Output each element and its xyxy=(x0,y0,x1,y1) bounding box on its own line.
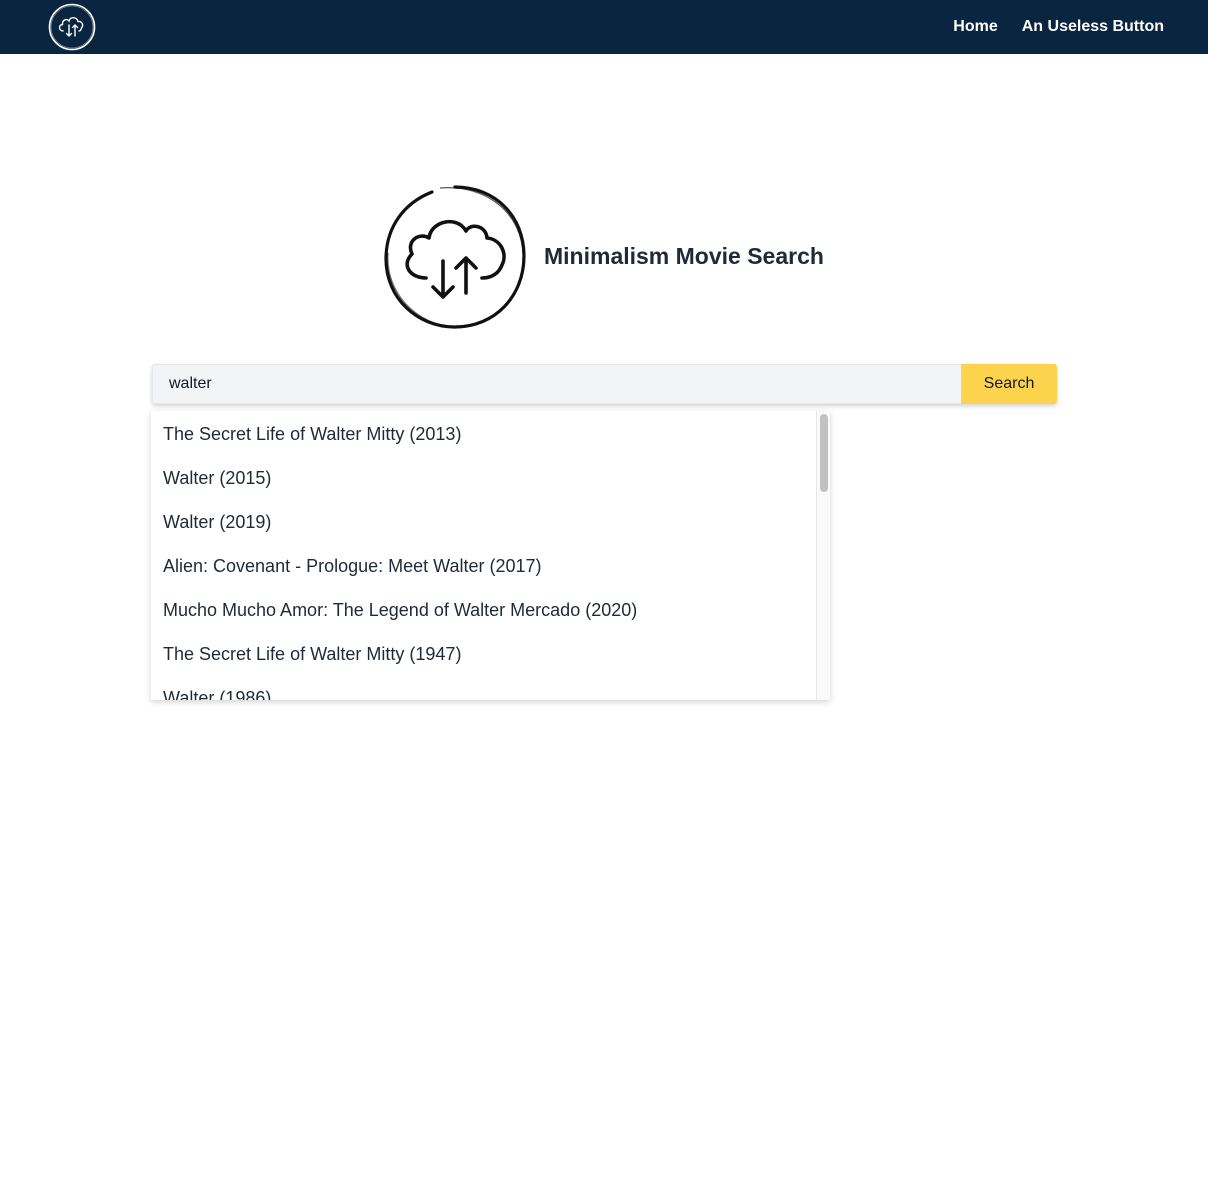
suggestion-item[interactable]: Walter (2019) xyxy=(151,499,816,543)
search-bar: Search xyxy=(152,364,1057,404)
cloud-sync-icon xyxy=(384,185,526,329)
dropdown-scrollbar[interactable] xyxy=(816,411,830,700)
cloud-sync-icon[interactable] xyxy=(48,3,96,51)
top-navbar: Home An Useless Button xyxy=(0,0,1208,54)
suggestion-item[interactable]: Alien: Covenant - Prologue: Meet Walter … xyxy=(151,543,816,587)
scrollbar-thumb[interactable] xyxy=(820,414,828,492)
page-title: Minimalism Movie Search xyxy=(544,243,824,269)
suggestion-item[interactable]: Walter (2015) xyxy=(151,455,816,499)
search-button[interactable]: Search xyxy=(961,364,1057,404)
suggestion-item[interactable]: The Secret Life of Walter Mitty (1947) xyxy=(151,631,816,675)
suggestions-dropdown: The Secret Life of Walter Mitty (2013) W… xyxy=(151,411,830,700)
nav-useless-button[interactable]: An Useless Button xyxy=(1022,18,1164,36)
nav-links: Home An Useless Button xyxy=(953,0,1164,54)
suggestions-list: The Secret Life of Walter Mitty (2013) W… xyxy=(151,411,816,700)
nav-home-link[interactable]: Home xyxy=(953,18,997,36)
search-input[interactable] xyxy=(152,364,961,404)
suggestion-item[interactable]: Mucho Mucho Amor: The Legend of Walter M… xyxy=(151,587,816,631)
suggestion-item[interactable]: Walter (1986) xyxy=(151,675,816,700)
suggestion-item[interactable]: The Secret Life of Walter Mitty (2013) xyxy=(151,411,816,455)
